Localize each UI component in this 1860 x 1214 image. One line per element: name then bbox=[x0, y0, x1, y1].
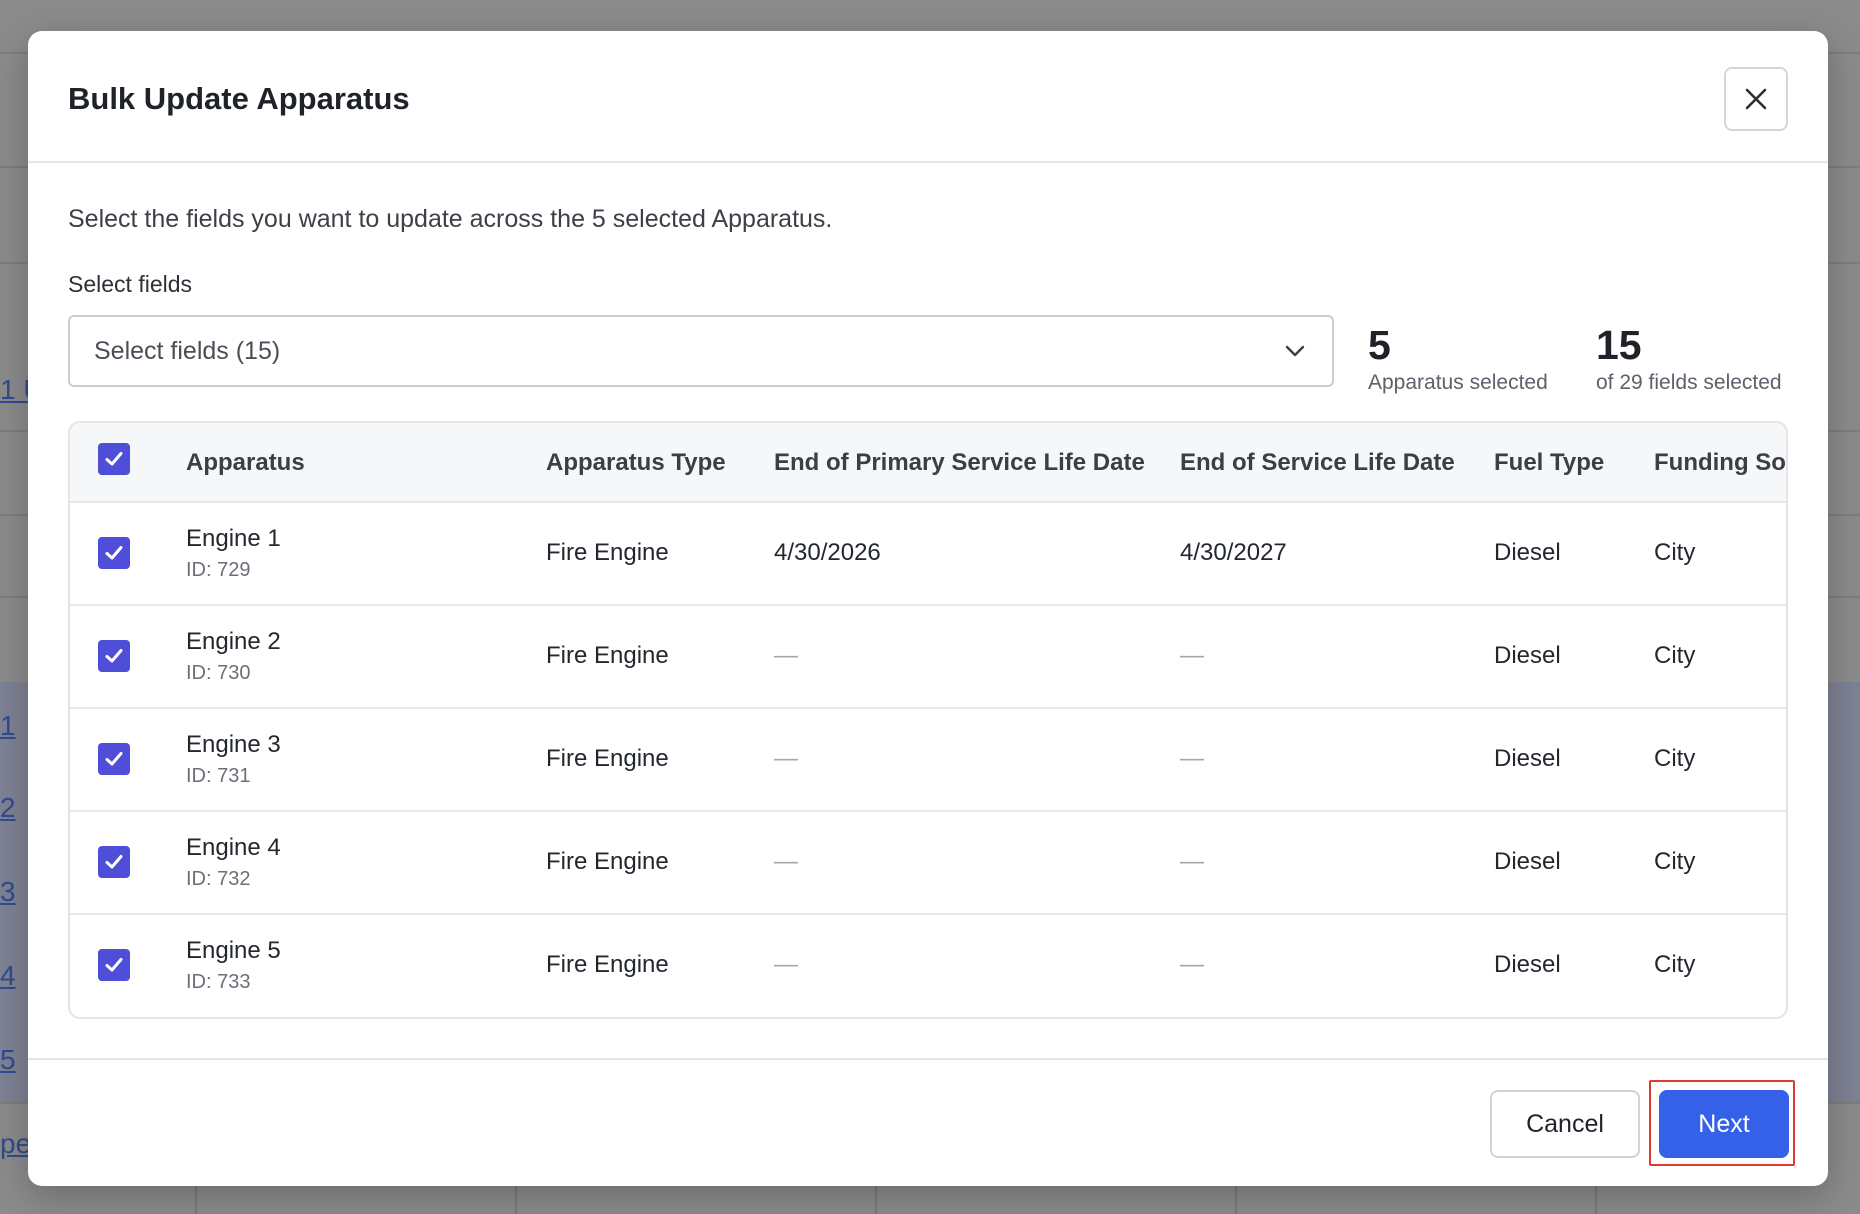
fuel-type: Diesel bbox=[1494, 848, 1561, 875]
apparatus-name: Engine 3 bbox=[186, 731, 281, 758]
service-end-date: — bbox=[1180, 951, 1204, 978]
apparatus-selected-label: Apparatus selected bbox=[1368, 371, 1548, 394]
checkmark-icon bbox=[105, 452, 123, 466]
table-row[interactable]: Engine 2 ID: 730 Fire Engine — — Diesel … bbox=[70, 606, 1786, 709]
fields-selected-count: 15 bbox=[1596, 322, 1642, 368]
column-header-funding-source[interactable]: Funding Sou bbox=[1654, 449, 1786, 477]
select-fields-label: Select fields bbox=[68, 271, 193, 297]
bulk-update-modal: Bulk Update Apparatus Select the fields … bbox=[28, 31, 1828, 1186]
table-row[interactable]: Engine 5 ID: 733 Fire Engine — — Diesel … bbox=[70, 915, 1786, 1017]
table-row[interactable]: Engine 4 ID: 732 Fire Engine — — Diesel … bbox=[70, 812, 1786, 915]
fuel-type: Diesel bbox=[1494, 539, 1561, 566]
row-checkbox[interactable] bbox=[98, 537, 130, 569]
apparatus-selected-stat: 5 Apparatus selected bbox=[1368, 323, 1548, 395]
service-end-date: 4/30/2027 bbox=[1180, 539, 1287, 566]
primary-service-end-date: — bbox=[774, 848, 798, 875]
background-link: 2 bbox=[0, 792, 16, 823]
row-checkbox[interactable] bbox=[98, 949, 130, 981]
column-header-primary-service-end[interactable]: End of Primary Service Life Date bbox=[774, 449, 1145, 477]
intro-text: Select the fields you want to update acr… bbox=[68, 205, 833, 233]
primary-service-end-date: — bbox=[774, 951, 798, 978]
next-button[interactable]: Next bbox=[1659, 1090, 1789, 1158]
chevron-down-icon bbox=[1285, 345, 1305, 357]
apparatus-name: Engine 2 bbox=[186, 628, 281, 655]
apparatus-name: Engine 5 bbox=[186, 937, 281, 964]
fuel-type: Diesel bbox=[1494, 951, 1561, 978]
checkmark-icon bbox=[105, 752, 123, 766]
table-row[interactable]: Engine 1 ID: 729 Fire Engine 4/30/2026 4… bbox=[70, 503, 1786, 606]
apparatus-type: Fire Engine bbox=[546, 848, 669, 875]
apparatus-name: Engine 4 bbox=[186, 834, 281, 861]
funding-source: City bbox=[1654, 951, 1696, 978]
fuel-type: Diesel bbox=[1494, 745, 1561, 772]
apparatus-id: ID: 731 bbox=[186, 765, 251, 787]
apparatus-type: Fire Engine bbox=[546, 539, 669, 566]
apparatus-id: ID: 733 bbox=[186, 971, 251, 993]
service-end-date: — bbox=[1180, 745, 1204, 772]
apparatus-id: ID: 732 bbox=[186, 868, 251, 890]
funding-source: City bbox=[1654, 539, 1696, 566]
fields-selected-label: of 29 fields selected bbox=[1596, 371, 1782, 394]
fields-selected-stat: 15 of 29 fields selected bbox=[1596, 323, 1782, 395]
background-link: pe bbox=[0, 1128, 32, 1159]
apparatus-type: Fire Engine bbox=[546, 642, 669, 669]
checkmark-icon bbox=[105, 958, 123, 972]
apparatus-table: Apparatus Apparatus Type End of Primary … bbox=[68, 421, 1788, 1019]
cancel-button[interactable]: Cancel bbox=[1490, 1090, 1640, 1158]
primary-service-end-date: — bbox=[774, 642, 798, 669]
background-link: 5 bbox=[0, 1044, 16, 1075]
service-end-date: — bbox=[1180, 848, 1204, 875]
checkmark-icon bbox=[105, 855, 123, 869]
column-header-service-end[interactable]: End of Service Life Date bbox=[1180, 449, 1455, 477]
table-header: Apparatus Apparatus Type End of Primary … bbox=[70, 423, 1786, 503]
row-checkbox[interactable] bbox=[98, 743, 130, 775]
background-link: 3 bbox=[0, 876, 16, 907]
close-button[interactable] bbox=[1724, 67, 1788, 131]
row-checkbox[interactable] bbox=[98, 640, 130, 672]
row-checkbox[interactable] bbox=[98, 846, 130, 878]
fuel-type: Diesel bbox=[1494, 642, 1561, 669]
modal-footer: Cancel Next bbox=[28, 1058, 1828, 1186]
select-fields-dropdown[interactable]: Select fields (15) bbox=[68, 315, 1334, 387]
background-link: 4 bbox=[0, 960, 16, 991]
close-icon bbox=[1745, 88, 1767, 110]
table-row[interactable]: Engine 3 ID: 731 Fire Engine — — Diesel … bbox=[70, 709, 1786, 812]
modal-title: Bulk Update Apparatus bbox=[68, 81, 410, 116]
column-header-apparatus[interactable]: Apparatus bbox=[186, 449, 305, 477]
primary-service-end-date: — bbox=[774, 745, 798, 772]
modal-header: Bulk Update Apparatus bbox=[28, 31, 1828, 163]
primary-service-end-date: 4/30/2026 bbox=[774, 539, 881, 566]
background-link: 1 bbox=[0, 710, 16, 741]
funding-source: City bbox=[1654, 642, 1696, 669]
service-end-date: — bbox=[1180, 642, 1204, 669]
select-fields-value: Select fields (15) bbox=[94, 336, 281, 365]
checkmark-icon bbox=[105, 546, 123, 560]
funding-source: City bbox=[1654, 745, 1696, 772]
apparatus-name: Engine 1 bbox=[186, 525, 281, 552]
apparatus-type: Fire Engine bbox=[546, 745, 669, 772]
checkmark-icon bbox=[105, 649, 123, 663]
select-all-checkbox[interactable] bbox=[98, 443, 130, 475]
apparatus-selected-count: 5 bbox=[1368, 322, 1391, 368]
apparatus-id: ID: 729 bbox=[186, 559, 251, 581]
apparatus-type: Fire Engine bbox=[546, 951, 669, 978]
apparatus-id: ID: 730 bbox=[186, 662, 251, 684]
funding-source: City bbox=[1654, 848, 1696, 875]
column-header-fuel-type[interactable]: Fuel Type bbox=[1494, 449, 1604, 477]
column-header-apparatus-type[interactable]: Apparatus Type bbox=[546, 449, 726, 477]
